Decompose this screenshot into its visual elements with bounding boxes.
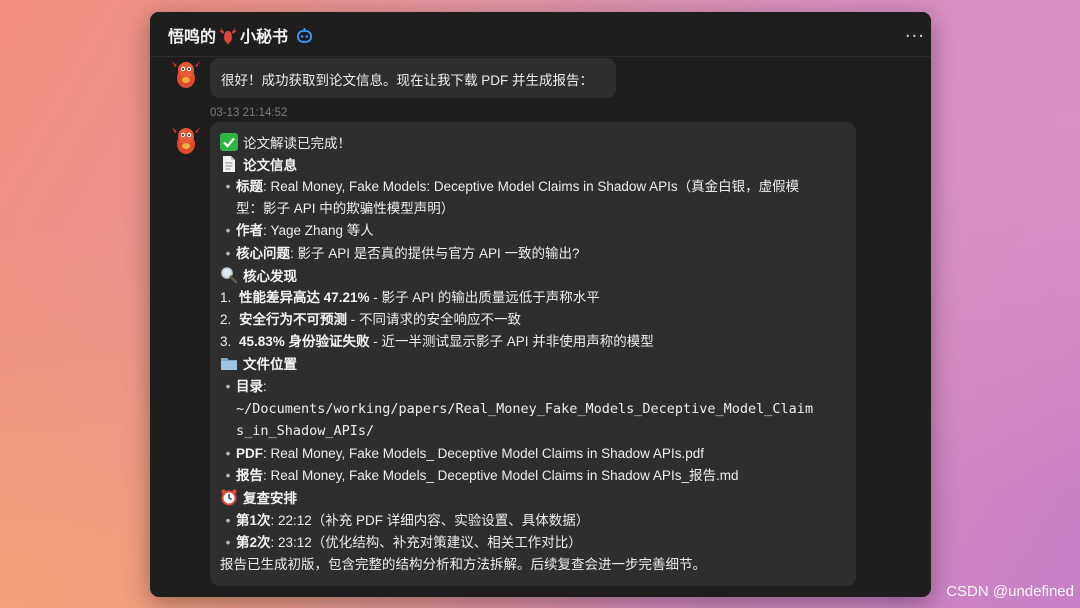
document-icon [220,155,238,173]
list-item-continuation: 型：影子 API 中的欺骗性模型声明） [236,199,454,219]
finding-text: - 影子 API 的输出质量远低于声称水平 [369,290,600,305]
avatar [170,58,202,90]
label: 标题 [236,179,263,194]
finding-title: 45.83% 身份验证失败 [239,334,370,349]
message-bubble-1: 很好！成功获取到论文信息。现在让我下载 PDF 并生成报告： [210,58,616,98]
value: : Real Money, Fake Models_ Deceptive Mod… [263,446,704,461]
heading-done-text: 论文解读已完成！ [243,136,351,151]
message-text: 很好！成功获取到论文信息。现在让我下载 PDF 并生成报告： [221,73,594,88]
chat-window: 悟鸣的 小秘书 ··· 很好！成功获取到论文信息。现在让我下载 PDF 并生成报… [150,12,931,597]
more-icon[interactable]: ··· [905,26,925,47]
section-title: 文件位置 [243,357,297,372]
label: 作者 [236,223,263,238]
value: : Yage Zhang 等人 [263,223,374,238]
message-timestamp: 03-13 21:14:52 [210,107,288,119]
value: : 23:12（优化结构、补充对策建议、相关工作对比） [270,535,582,550]
bot-icon[interactable] [296,27,313,44]
value: s_in_Shadow_APIs/ [236,423,375,439]
closing-text: 报告已生成初版，包含完整的结构分析和方法拆解。后续复查会进一步完善细节。 [220,555,706,575]
item-number: 1. [220,290,232,305]
list-item: • 作者: Yage Zhang 等人 [225,223,374,238]
chat-title-part1: 悟鸣的 [168,27,217,46]
list-item: • 第1次: 22:12（补充 PDF 详细内容、实验设置、具体数据） [225,513,590,528]
value: : 影子 API 是否真的提供与官方 API 一致的输出? [290,246,580,261]
section-heading-findings: 核心发现 [220,266,297,286]
finding-title: 安全行为不可预测 [239,312,347,327]
section-heading-info: 论文信息 [220,155,297,175]
heading-done: 论文解读已完成！ [220,133,351,153]
value: : 22:12（补充 PDF 详细内容、实验设置、具体数据） [270,513,590,528]
value: : [263,379,267,394]
list-item: • 标题: Real Money, Fake Models: Deceptive … [225,179,800,194]
label: 目录 [236,379,263,394]
finding-text: - 近一半测试显示影子 API 并非使用声称的模型 [369,334,654,349]
section-title: 复查安排 [243,491,297,506]
section-title: 论文信息 [243,158,297,173]
label: 第1次 [236,513,271,528]
list-item: 2. 安全行为不可预测 - 不同请求的安全响应不一致 [220,310,521,330]
list-item: • 目录: [225,379,267,394]
value: : Real Money, Fake Models_ Deceptive Mod… [263,468,739,483]
folder-icon [220,354,238,372]
lobster-icon [218,25,238,45]
check-mark-icon [220,133,238,151]
value: ~/Documents/working/papers/Real_Money_Fa… [236,401,814,417]
list-item: • 第2次: 23:12（优化结构、补充对策建议、相关工作对比） [225,535,582,550]
label: PDF [236,446,263,461]
chat-title-part2: 小秘书 [240,27,289,46]
value: 型：影子 API 中的欺骗性模型声明） [236,201,455,216]
avatar [170,124,202,156]
label: 报告 [236,468,263,483]
section-heading-files: 文件位置 [220,354,297,374]
label: 核心问题 [236,246,290,261]
label: 第2次 [236,535,271,550]
value: 报告已生成初版，包含完整的结构分析和方法拆解。后续复查会进一步完善细节。 [220,557,706,572]
message-bubble-2: 论文解读已完成！ 论文信息 • 标题: Real Money, Fake Mode… [210,122,856,586]
list-item: 3. 45.83% 身份验证失败 - 近一半测试显示影子 API 并非使用声称的模… [220,332,654,352]
section-heading-review: 复查安排 [220,488,297,508]
list-item: • 报告: Real Money, Fake Models_ Deceptive … [225,468,739,483]
list-item: • PDF: Real Money, Fake Models_ Deceptive… [225,446,704,461]
item-number: 2. [220,312,232,327]
directory-path: ~/Documents/working/papers/Real_Money_Fa… [236,399,813,419]
finding-title: 性能差异高达 47.21% [239,290,370,305]
list-item: • 核心问题: 影子 API 是否真的提供与官方 API 一致的输出? [225,246,580,261]
chat-title: 悟鸣的 小秘书 [168,23,313,47]
title-bar: 悟鸣的 小秘书 ··· [150,12,931,57]
directory-path-continuation: s_in_Shadow_APIs/ [236,421,374,441]
list-item: 1. 性能差异高达 47.21% - 影子 API 的输出质量远低于声称水平 [220,288,600,308]
magnifier-icon [220,266,238,284]
section-title: 核心发现 [243,269,297,284]
item-number: 3. [220,334,232,349]
alarm-clock-icon [220,488,238,506]
watermark: CSDN @undefined [946,583,1074,600]
finding-text: - 不同请求的安全响应不一致 [347,312,521,327]
value: : Real Money, Fake Models: Deceptive Mod… [263,179,800,194]
